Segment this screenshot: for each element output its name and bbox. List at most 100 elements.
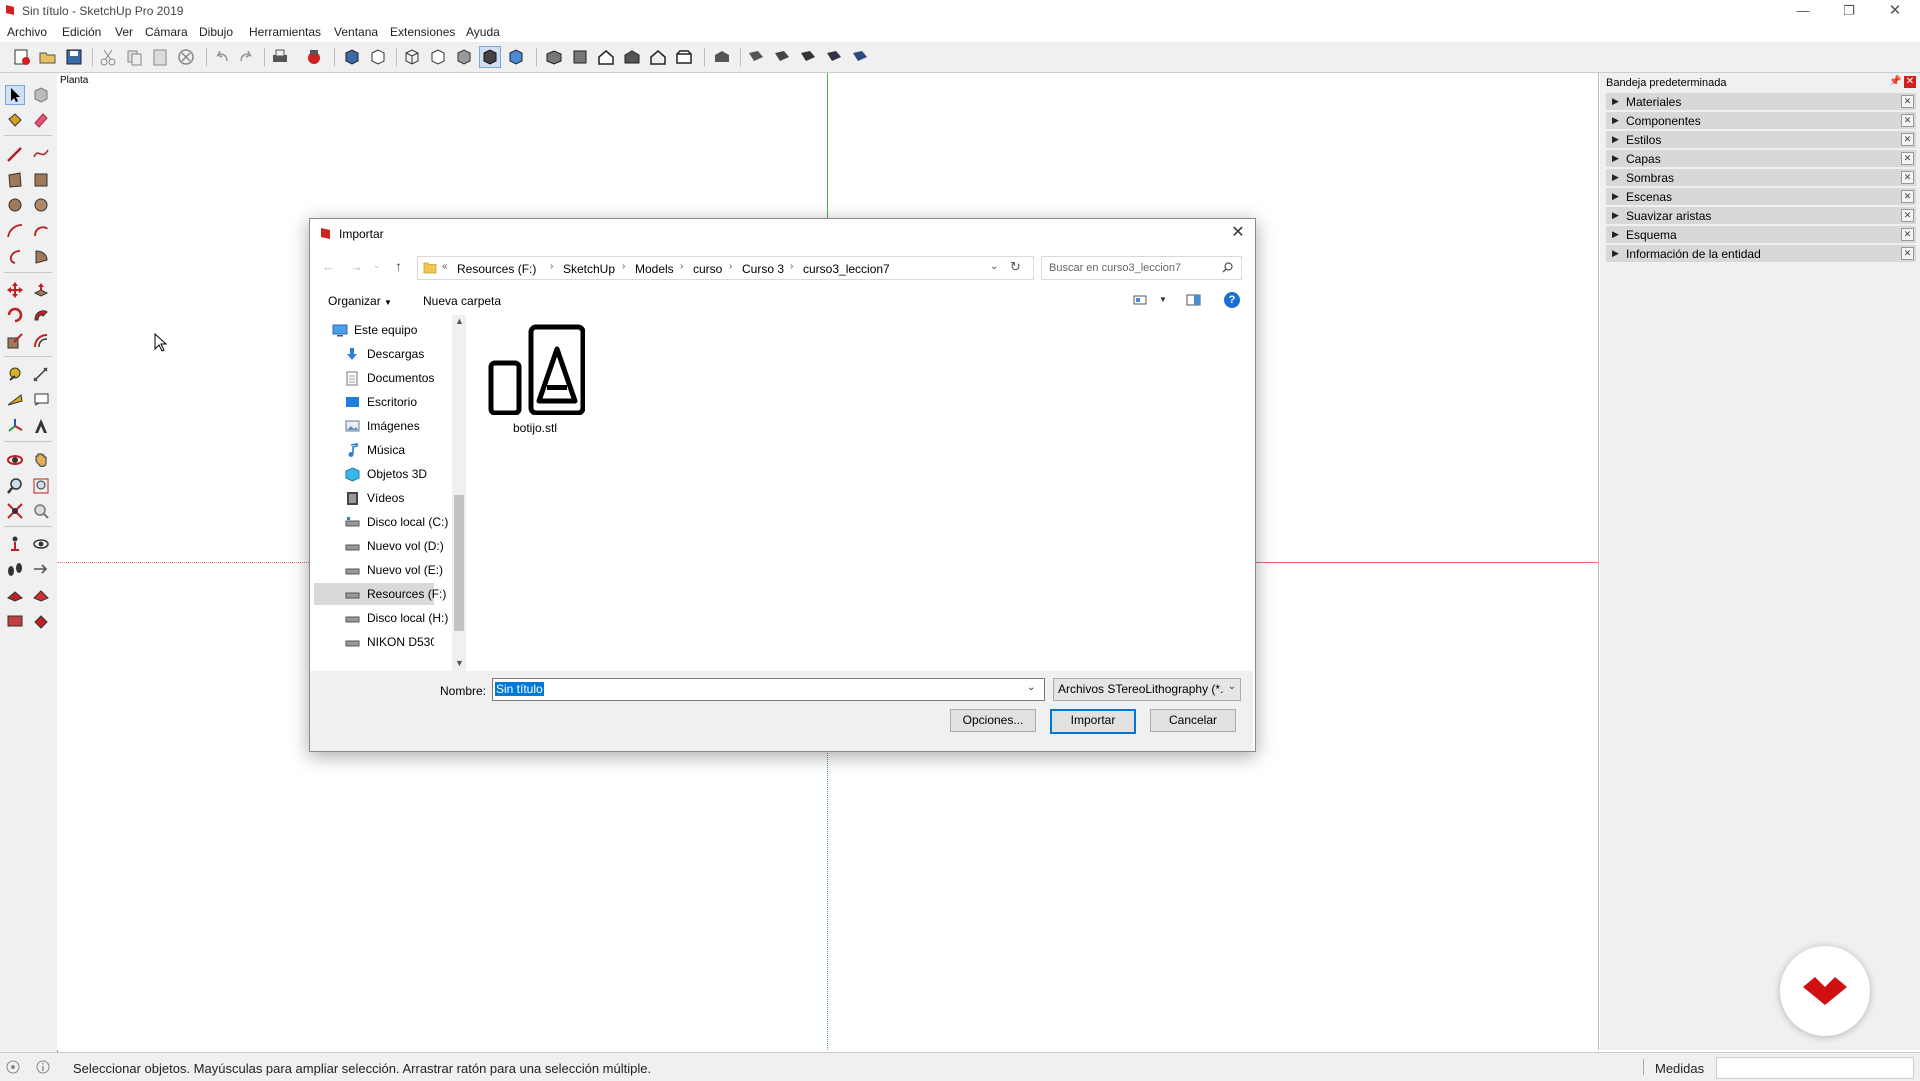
back-arrow-icon[interactable]: ← — [322, 259, 335, 274]
scroll-down-icon[interactable]: ▼ — [455, 658, 464, 668]
tray-panel-materiales[interactable]: ▶ Materiales ✕ — [1606, 93, 1916, 111]
preview-pane-icon[interactable] — [1186, 294, 1201, 306]
eraser-icon[interactable] — [32, 111, 50, 129]
organize-button[interactable]: Organizar ▼ — [328, 294, 392, 308]
shaded-style-icon[interactable] — [454, 47, 474, 67]
menu-extensiones[interactable]: Extensiones — [390, 25, 455, 39]
walk-icon[interactable] — [6, 560, 24, 578]
model-info-icon[interactable] — [304, 47, 324, 67]
nav-videos[interactable]: Vídeos — [314, 487, 434, 509]
three-point-arc-icon[interactable] — [6, 248, 24, 266]
menu-ver[interactable]: Ver — [115, 25, 133, 39]
panel-close-icon[interactable]: ✕ — [1901, 152, 1914, 165]
dialog-close-button[interactable]: ✕ — [1227, 222, 1249, 244]
nav-musica[interactable]: Música — [314, 439, 434, 461]
hidden-line-style-icon[interactable] — [428, 47, 448, 67]
line-pencil-icon[interactable] — [6, 145, 24, 163]
tape-measure-icon[interactable] — [6, 366, 24, 384]
file-item[interactable]: botijo.stl — [483, 323, 587, 435]
measurements-input[interactable] — [1716, 1057, 1914, 1079]
nav-nuevo-vol-e[interactable]: Nuevo vol (E:) — [314, 559, 443, 581]
new-folder-button[interactable]: Nueva carpeta — [423, 294, 501, 308]
menu-ayuda[interactable]: Ayuda — [466, 25, 500, 39]
rectangle-icon[interactable] — [6, 171, 24, 189]
circle-icon[interactable] — [6, 196, 24, 214]
erase-selection-icon[interactable] — [176, 47, 196, 67]
menu-camara[interactable]: Cámara — [145, 25, 188, 39]
breadcrumb-models[interactable]: Models — [635, 262, 674, 276]
undo-icon[interactable] — [212, 47, 232, 67]
address-dropdown-icon[interactable]: ⌄ — [990, 261, 998, 272]
search-input[interactable]: Buscar en curso3_leccion7 — [1041, 256, 1242, 280]
new-model-icon[interactable] — [12, 47, 32, 67]
section-cut-icon[interactable] — [772, 47, 792, 67]
file-name-input[interactable]: Sin título ⌄ — [492, 678, 1045, 701]
view-mode-icon[interactable] — [1133, 294, 1147, 306]
menu-dibujo[interactable]: Dibujo — [199, 25, 233, 39]
pin-icon[interactable]: 📌 — [1889, 76, 1901, 87]
nav-scrollbar[interactable]: ▲ ▼ — [452, 315, 466, 671]
pan-hand-icon[interactable] — [32, 451, 50, 469]
file-type-select[interactable]: Archivos STereoLithography (*.s ⌄ — [1053, 678, 1241, 701]
two-point-arc-icon[interactable] — [32, 222, 50, 240]
top-view-icon[interactable] — [570, 47, 590, 67]
look-around-icon[interactable] — [32, 535, 50, 553]
sandbox-from-scratch-icon[interactable] — [32, 586, 50, 604]
back-edges-style-icon[interactable] — [368, 47, 388, 67]
panel-close-icon[interactable]: ✕ — [1901, 133, 1914, 146]
scroll-thumb[interactable] — [454, 495, 464, 631]
menu-herramientas[interactable]: Herramientas — [249, 25, 321, 39]
breadcrumb-curso[interactable]: curso — [693, 262, 722, 276]
3d-text-icon[interactable] — [32, 417, 50, 435]
back-view-icon[interactable] — [648, 47, 668, 67]
tray-panel-escenas[interactable]: ▶ Escenas ✕ — [1606, 188, 1916, 206]
nav-objetos-3d[interactable]: Objetos 3D — [314, 463, 434, 485]
options-button[interactable]: Opciones... — [950, 709, 1036, 732]
forward-arrow-icon[interactable]: → — [350, 259, 363, 274]
paste-icon[interactable] — [150, 47, 170, 67]
follow-me-icon[interactable] — [32, 306, 50, 324]
wireframe-style-icon[interactable] — [402, 47, 422, 67]
nav-nikon-d5300[interactable]: NIKON D5300 (I:) — [314, 631, 434, 653]
polygon-icon[interactable] — [32, 196, 50, 214]
nav-resources-f[interactable]: Resources (F:) — [314, 583, 446, 605]
redo-icon[interactable] — [236, 47, 256, 67]
zoom-window-icon[interactable] — [32, 477, 50, 495]
search-icon[interactable] — [1222, 262, 1233, 273]
overflow-chevron-icon[interactable]: « — [442, 261, 448, 272]
cancel-button[interactable]: Cancelar — [1150, 709, 1236, 732]
axes-icon[interactable] — [6, 417, 24, 435]
freehand-icon[interactable] — [32, 145, 50, 163]
right-view-icon[interactable] — [622, 47, 642, 67]
move-icon[interactable] — [6, 281, 24, 299]
tray-panel-esquema[interactable]: ▶ Esquema ✕ — [1606, 226, 1916, 244]
address-bar[interactable]: « Resources (F:) › SketchUp › Models › c… — [417, 256, 1034, 280]
tray-panel-estilos[interactable]: ▶ Estilos ✕ — [1606, 131, 1916, 149]
tray-panel-suavizar-aristas[interactable]: ▶ Suavizar aristas ✕ — [1606, 207, 1916, 225]
info-icon[interactable] — [36, 1060, 50, 1074]
nav-documentos[interactable]: Documentos — [314, 367, 434, 389]
monochrome-style-icon[interactable] — [506, 47, 526, 67]
geolocation-icon[interactable] — [6, 1060, 20, 1074]
offset-icon[interactable] — [32, 332, 50, 350]
panel-close-icon[interactable]: ✕ — [1901, 209, 1914, 222]
iso-view-icon[interactable] — [544, 47, 564, 67]
rotate-icon[interactable] — [6, 306, 24, 324]
zoom-extents-icon[interactable] — [6, 502, 24, 520]
protractor-icon[interactable] — [6, 391, 24, 409]
make-component-icon[interactable] — [32, 86, 50, 104]
section-plane-icon[interactable] — [746, 47, 766, 67]
refresh-icon[interactable]: ↻ — [1010, 259, 1021, 275]
panel-close-icon[interactable]: ✕ — [1901, 228, 1914, 241]
rotated-rectangle-icon[interactable] — [32, 171, 50, 189]
menu-ventana[interactable]: Ventana — [334, 25, 378, 39]
pie-icon[interactable] — [32, 248, 50, 266]
open-folder-icon[interactable] — [38, 47, 58, 67]
left-view-icon[interactable] — [674, 47, 694, 67]
panel-close-icon[interactable]: ✕ — [1901, 247, 1914, 260]
panel-close-icon[interactable]: ✕ — [1901, 95, 1914, 108]
help-icon[interactable]: ? — [1224, 292, 1240, 308]
shaded-textures-style-icon[interactable] — [479, 46, 501, 68]
tray-panel-componentes[interactable]: ▶ Componentes ✕ — [1606, 112, 1916, 130]
push-pull-icon[interactable] — [32, 281, 50, 299]
